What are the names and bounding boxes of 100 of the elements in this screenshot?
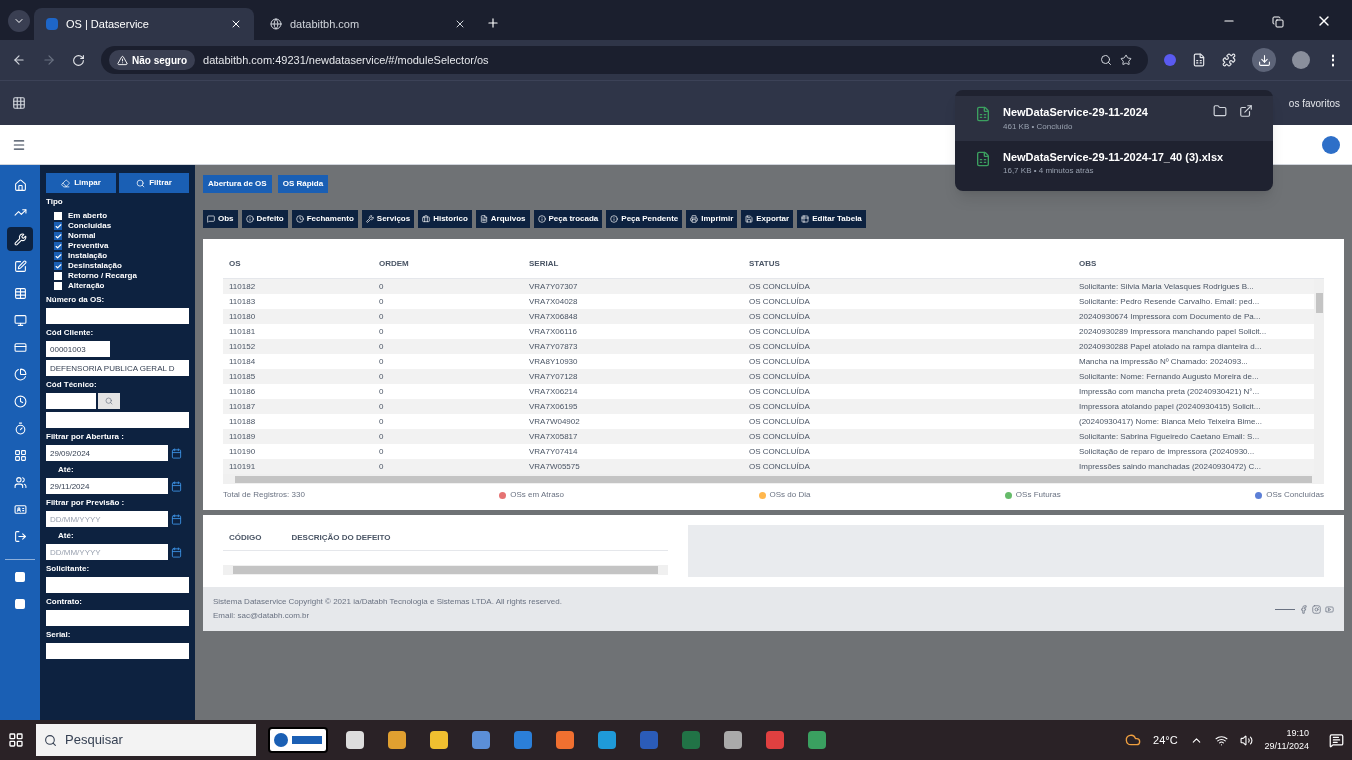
table-icon[interactable]: [801, 215, 810, 223]
weather-icon[interactable]: [1125, 732, 1142, 748]
restore-icon[interactable]: [1272, 16, 1284, 28]
column-header[interactable]: OBS: [1073, 257, 1324, 270]
app-logo-icon[interactable]: [268, 727, 328, 753]
toolbar-button[interactable]: Defeito: [241, 210, 288, 228]
input-field[interactable]: DEFENSORIA PUBLICA GERAL D: [46, 360, 189, 376]
pie-chart-icon[interactable]: [13, 367, 27, 381]
date-field[interactable]: 29/09/2024: [46, 445, 168, 461]
toolbar-button[interactable]: Peça trocada: [533, 210, 603, 228]
new-tab-icon[interactable]: [486, 16, 500, 30]
info-icon[interactable]: [610, 215, 619, 223]
bookmarks-label[interactable]: os favoritos: [1288, 95, 1340, 111]
search-icon[interactable]: [1100, 54, 1112, 66]
clock-icon[interactable]: [13, 394, 27, 408]
forward-icon[interactable]: [42, 53, 56, 67]
download-arrow-icon[interactable]: [1257, 53, 1271, 67]
id-card-icon[interactable]: [13, 502, 27, 516]
input-field[interactable]: [46, 393, 96, 409]
volume-icon[interactable]: [1239, 733, 1253, 747]
card-icon[interactable]: [13, 340, 27, 354]
search-icon[interactable]: [136, 178, 146, 188]
download-item[interactable]: NewDataService-29-11-2024-17_40 (3).xlsx 16,7 KB • 4 minutos atrás: [955, 140, 1273, 185]
date-field[interactable]: DD/MM/YYYY: [46, 511, 168, 527]
clock-date[interactable]: 29/11/2024: [1264, 740, 1309, 754]
input-field[interactable]: [46, 577, 189, 593]
column-header[interactable]: DESCRIÇÃO DO DEFEITO: [291, 531, 391, 544]
file-icon[interactable]: [479, 215, 488, 223]
grid-icon[interactable]: [13, 448, 27, 462]
table-row[interactable]: 110180 0 VRA7X06848 OS CONCLUÍDA 20240930674 Impressora com Documento de Pa...: [223, 309, 1314, 324]
calendar-icon[interactable]: [171, 480, 182, 492]
action-button[interactable]: OS Rápida: [277, 175, 329, 193]
taskbar-app-icon[interactable]: [472, 731, 490, 749]
table-row[interactable]: 110189 0 VRA7X05817 OS CONCLUÍDA Solicitante: Sabrina Figueiredo Caetano Email: S...: [223, 429, 1314, 444]
taskbar-app-icon[interactable]: [556, 731, 574, 749]
clear-button[interactable]: Limpar: [46, 173, 116, 193]
input-field[interactable]: [46, 610, 189, 626]
taskbar-app-icon[interactable]: [514, 731, 532, 749]
action-button[interactable]: Abertura de OS: [203, 175, 272, 193]
taskbar-app-icon[interactable]: [598, 731, 616, 749]
wifi-icon[interactable]: [1214, 733, 1228, 747]
start-icon[interactable]: [8, 732, 24, 748]
toolbar-button[interactable]: Obs: [203, 210, 238, 228]
browser-tab[interactable]: OS | Dataservice: [34, 8, 254, 40]
table-row[interactable]: 110191 0 VRA7W05575 OS CONCLUÍDA Impressões saindo manchadas (20240930472) C...: [223, 459, 1314, 474]
taskbar-app-icon[interactable]: [724, 731, 742, 749]
save-icon[interactable]: [745, 215, 754, 223]
toolbar-button[interactable]: Peça Pendente: [606, 210, 683, 228]
column-header[interactable]: STATUS: [743, 257, 1073, 270]
timer-icon[interactable]: [13, 421, 27, 435]
toolbar-button[interactable]: Imprimir: [686, 210, 738, 228]
taskbar-app-icon[interactable]: [766, 731, 784, 749]
table-row[interactable]: 110187 0 VRA7X06195 OS CONCLUÍDA Impressora atolando papel (20240930415) Solicit...: [223, 399, 1314, 414]
toolbar-button[interactable]: Exportar: [741, 210, 794, 228]
calendar-icon[interactable]: [171, 447, 182, 459]
date-field[interactable]: 29/11/2024: [46, 478, 168, 494]
open-external-icon[interactable]: [1239, 104, 1253, 118]
apps-icon[interactable]: [12, 96, 26, 110]
input-field[interactable]: [46, 412, 189, 428]
toolbar-button[interactable]: Editar Tabela: [797, 210, 866, 228]
wrench-icon[interactable]: [13, 232, 27, 246]
printer-icon[interactable]: [690, 215, 699, 223]
checkbox[interactable]: [54, 232, 62, 240]
warning-icon[interactable]: [117, 54, 128, 66]
toolbar-button[interactable]: Fechamento: [291, 210, 358, 228]
notifications-icon[interactable]: [1329, 732, 1344, 748]
users-icon[interactable]: [13, 475, 27, 489]
checkbox[interactable]: [54, 272, 62, 280]
star-icon[interactable]: [1120, 54, 1132, 66]
input-field[interactable]: 00001003: [46, 341, 110, 357]
table-row[interactable]: 110185 0 VRA7Y07128 OS CONCLUÍDA Solicitante: Nome: Fernando Augusto Moreira de...: [223, 369, 1314, 384]
taskbar-search[interactable]: Pesquisar: [36, 724, 256, 756]
horizontal-scrollbar[interactable]: [223, 474, 1324, 484]
tab-search-icon[interactable]: [8, 10, 30, 32]
column-header[interactable]: CÓDIGO: [229, 531, 262, 544]
checkbox[interactable]: [54, 252, 62, 260]
column-header[interactable]: OS: [223, 257, 373, 270]
toolbar-button[interactable]: Historico: [418, 210, 472, 228]
folder-icon[interactable]: [1213, 104, 1227, 118]
user-avatar[interactable]: [1322, 135, 1340, 154]
download-item[interactable]: NewDataService-29-11-2024 461 KB • Concluído: [955, 96, 1273, 141]
edit-icon[interactable]: [13, 259, 27, 273]
close-icon[interactable]: [454, 18, 466, 30]
extension-icon[interactable]: [1192, 53, 1206, 67]
briefcase-icon[interactable]: [422, 215, 431, 223]
back-icon[interactable]: [12, 53, 26, 67]
logout-icon[interactable]: [13, 529, 27, 543]
square-icon[interactable]: [14, 598, 26, 610]
menu-button[interactable]: ⋮: [1326, 53, 1340, 67]
comment-icon[interactable]: [207, 215, 215, 223]
checkbox[interactable]: [54, 242, 62, 250]
toolbar-button[interactable]: Serviços: [361, 210, 415, 228]
checkbox[interactable]: [54, 282, 62, 290]
taskbar-app-icon[interactable]: [808, 731, 826, 749]
toolbar-button[interactable]: Arquivos: [475, 210, 530, 228]
checkbox[interactable]: [54, 262, 62, 270]
filter-button[interactable]: Filtrar: [119, 173, 189, 193]
address-bar[interactable]: Não seguro databitbh.com:49231/newdataservice/#/moduleSelector/os: [101, 46, 1148, 74]
horizontal-scrollbar[interactable]: [223, 565, 668, 575]
table-row[interactable]: 110182 0 VRA7Y07307 OS CONCLUÍDA Solicitante: Silvia Maria Velasques Rodrigues B...: [223, 279, 1314, 294]
